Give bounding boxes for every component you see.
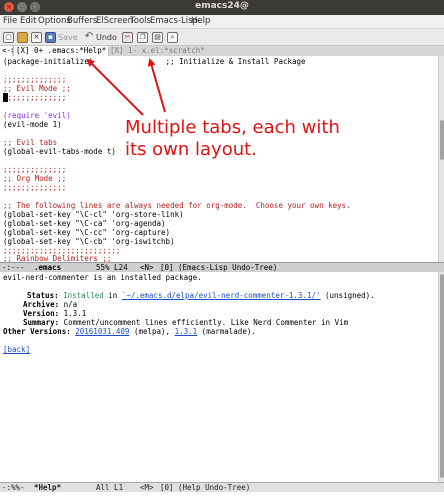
copy-icon: ❐ — [137, 32, 148, 43]
copy-button[interactable]: ❐ — [137, 31, 148, 44]
help-version-row: Version: 1.3.1 — [23, 309, 86, 318]
menu-tools[interactable]: Tools — [130, 16, 151, 26]
modeline-flags: -:%%- — [2, 483, 25, 492]
help-other-versions-row: Other Versions: 20161031.409 (melpa), 1.… — [3, 327, 256, 336]
tab-scratch[interactable]: [X] 1- x.el:*scratch* — [108, 46, 207, 56]
undo-label: Undo — [96, 33, 117, 42]
code-line: ;;;;;;;;;;;;;; — [3, 165, 67, 174]
undo-icon: ↶ — [84, 31, 94, 42]
top-scroll-thumb[interactable] — [440, 120, 444, 160]
version-label: Version: — [23, 309, 60, 318]
code-line: ;;;;;;;;;;;;;; — [3, 75, 67, 84]
modeline-depth: [0] — [160, 483, 174, 492]
menu-file[interactable]: File — [3, 16, 17, 26]
code-line: (global-set-key "\C-cc" 'org-capture) — [3, 228, 171, 237]
summary-label: Summary: — [23, 318, 60, 327]
code-line: (global-set-key "\C-ca" 'org-agenda) — [3, 219, 166, 228]
status-in: in — [103, 291, 122, 300]
help-buffer-scrollbar[interactable] — [438, 272, 444, 482]
search-icon: ⌕ — [167, 32, 178, 43]
elscreen-tab-bar: <-> [X] 0+ .emacs:*Help* [X] 1- x.el:*sc… — [0, 46, 444, 56]
toolbar: ▢ ✕ ▪ Save ↶ Undo ✂ ❐ ▤ ⌕ — [0, 29, 444, 46]
help-archive-row: Archive: n/a — [23, 300, 77, 309]
version-value: 1.3.1 — [63, 309, 87, 318]
archive-value: n/a — [63, 300, 78, 309]
open-file-button[interactable] — [17, 31, 28, 44]
save-button[interactable]: ▪ Save — [45, 31, 78, 44]
modeline-evil-state: <M> — [140, 483, 154, 492]
code-line: (package-initialize) ;; Initialize & Ins… — [3, 57, 306, 66]
paste-button[interactable]: ▤ — [152, 31, 163, 44]
back-link[interactable]: [back] — [3, 345, 30, 354]
code-line: ;; The following lines are always needed… — [3, 201, 351, 210]
menu-elscreen[interactable]: ElScreen — [96, 16, 133, 26]
archive-label: Archive: — [23, 300, 60, 309]
code-line: ;; Org Mode ;; — [3, 174, 67, 183]
undo-button[interactable]: ↶ Undo — [84, 31, 117, 44]
other-versions-label: Other Versions: — [3, 327, 71, 336]
code-line: ;; Evil tabs — [3, 138, 58, 147]
status-path-link[interactable]: `~/.emacs.d/elpa/evil-nerd-commenter-1.3… — [122, 291, 321, 300]
annotation-callout: Multiple tabs, each with its own layout. — [125, 117, 340, 160]
help-summary-row: Summary: Comment/uncomment lines efficie… — [23, 318, 348, 327]
window-title: emacs24@ — [195, 1, 249, 11]
modeline-help: -:%%- *Help* All L1 <M> [0] (Help Undo-T… — [0, 482, 444, 492]
text-cursor — [3, 93, 8, 102]
top-buffer-scrollbar[interactable] — [438, 56, 444, 262]
menu-help[interactable]: Help — [191, 16, 210, 26]
help-scroll-thumb[interactable] — [440, 274, 444, 478]
other-version-src-1: (melpa), — [129, 327, 175, 336]
cut-button[interactable]: ✂ — [122, 31, 133, 44]
window-titlebar: × – □ emacs24@ — [0, 0, 444, 15]
other-version-link-1[interactable]: 20161031.409 — [75, 327, 129, 336]
close-buffer-button[interactable]: ✕ — [31, 31, 42, 44]
code-line: (evil-mode 1) — [3, 120, 62, 129]
tab-nav-arrows[interactable]: <-> — [0, 46, 16, 56]
modeline-buffer-name: *Help* — [34, 483, 62, 492]
help-buffer[interactable]: evil-nerd-commenter is an installed pack… — [0, 272, 438, 482]
menu-buffers[interactable]: Buffers — [67, 16, 97, 26]
status-label: Status: — [27, 291, 59, 300]
tab-emacs-help[interactable]: [X] 0+ .emacs:*Help* — [13, 46, 110, 56]
menu-edit[interactable]: Edit — [20, 16, 36, 26]
close-buffer-icon: ✕ — [31, 32, 42, 43]
summary-value: Comment/uncomment lines efficiently. Lik… — [63, 318, 349, 327]
other-version-src-2: (marmalade). — [197, 327, 256, 336]
code-line: ;; Evil Mode ;; — [3, 84, 71, 93]
save-icon: ▪ — [45, 32, 56, 43]
status-suffix: (unsigned). — [320, 291, 375, 300]
status-value: Installed — [63, 291, 104, 300]
menu-options[interactable]: Options — [38, 16, 71, 26]
search-button[interactable]: ⌕ — [167, 31, 178, 44]
code-line: (global-set-key "\C-cl" 'org-store-link) — [3, 210, 184, 219]
code-line: (require 'evil) — [3, 111, 71, 120]
new-file-icon: ▢ — [3, 32, 14, 43]
modeline-position: All L1 — [96, 483, 124, 492]
save-label: Save — [58, 33, 78, 42]
code-line: (global-evil-tabs-mode t) — [3, 147, 116, 156]
cut-icon: ✂ — [122, 32, 133, 43]
code-line: ;; Rainbow Delimiters ;; — [3, 254, 112, 262]
open-folder-icon — [17, 32, 28, 43]
other-version-link-2[interactable]: 1.3.1 — [175, 327, 198, 336]
code-line: (global-set-key "\C-cb" 'org-iswitchb) — [3, 237, 175, 246]
code-line: ;;;;;;;;;;;;;; — [3, 183, 67, 192]
code-line: ;;;;;;;;;;;;;; — [3, 93, 67, 102]
modeline-modes: (Help Undo-Tree) — [178, 483, 251, 492]
new-file-button[interactable]: ▢ — [3, 31, 14, 44]
paste-icon: ▤ — [152, 32, 163, 43]
menubar: File Edit Options Buffers ElScreen Tools… — [0, 15, 444, 29]
modeline-emacs: -:--- .emacs 55% L24 <N> [0] (Emacs-Lisp… — [0, 262, 444, 272]
help-intro: evil-nerd-commenter is an installed pack… — [3, 273, 202, 282]
help-status-row: Status: Installed in `~/.emacs.d/elpa/ev… — [27, 291, 375, 300]
